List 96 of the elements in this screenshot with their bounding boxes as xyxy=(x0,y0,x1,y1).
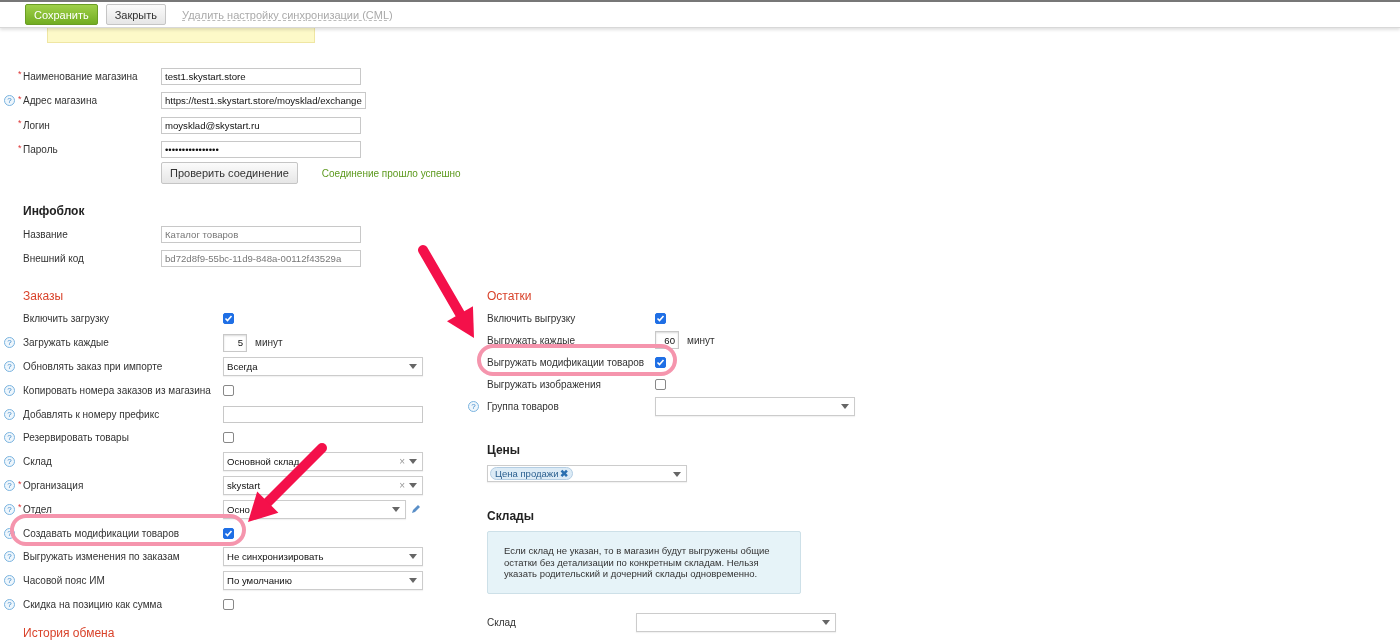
field-label: Загружать каждые xyxy=(23,337,109,349)
field-label: Резервировать товары xyxy=(23,432,129,444)
required-mark: * xyxy=(18,117,23,128)
section-title: Заказы xyxy=(23,289,65,304)
help-icon[interactable]: ? xyxy=(4,337,15,349)
required-mark: * xyxy=(18,501,23,513)
field-label: Пароль xyxy=(23,144,58,156)
info-note: Если склад не указан, то в магазин будут выгружены общие остатки без детализации по конкретным складам. Нельзя указать родительский и дочерний склады одновременно. xyxy=(487,531,801,594)
caret-icon xyxy=(673,472,681,477)
field-label: Включить выгрузку xyxy=(487,312,576,324)
required-mark: * xyxy=(18,477,23,489)
help-icon[interactable]: ? xyxy=(4,575,15,587)
section-title: Цены xyxy=(487,443,522,457)
input-field[interactable]: https://test1.skystart.store/moysklad/exchange xyxy=(161,92,366,110)
clear-icon[interactable]: × xyxy=(399,480,405,491)
field-label: Копировать номера заказов из магазина xyxy=(23,384,211,396)
input-field[interactable] xyxy=(223,405,423,423)
required-mark: * xyxy=(18,92,23,104)
field-label: Включить загрузку xyxy=(23,313,109,325)
checkbox[interactable] xyxy=(223,527,234,539)
select-field[interactable]: skystart × xyxy=(223,475,423,495)
caret-icon xyxy=(409,578,417,584)
input-field[interactable]: moysklad@skystart.ru xyxy=(161,116,361,134)
unit-label: минут xyxy=(255,337,283,349)
field-label: Выгружать модификации товаров xyxy=(487,356,645,368)
help-icon[interactable]: ? xyxy=(4,479,15,491)
field-label: Выгружать каждые xyxy=(487,334,576,346)
select-field[interactable]: По умолчанию xyxy=(223,571,423,591)
checkbox[interactable] xyxy=(655,356,666,368)
input-field[interactable]: Каталог товаров xyxy=(161,225,361,243)
checkbox[interactable] xyxy=(223,598,234,610)
help-icon[interactable]: ? xyxy=(468,400,479,412)
field-label: Логин xyxy=(23,119,50,131)
input-field[interactable]: •••••••••••••••• xyxy=(161,141,361,159)
caret-icon xyxy=(392,506,400,512)
tag[interactable]: Цена продажи ✖ xyxy=(490,467,574,480)
help-icon[interactable]: ? xyxy=(4,503,15,515)
input-field[interactable]: test1.skystart.store xyxy=(161,67,361,85)
multi-select-field[interactable]: Цена продажи ✖ xyxy=(487,465,687,482)
field-label: Организация xyxy=(23,479,84,491)
clear-icon[interactable]: × xyxy=(399,457,405,468)
delete-link[interactable]: Удалить настройку синхронизации (CML) xyxy=(174,4,401,25)
required-mark: * xyxy=(18,141,23,153)
unit-label: минут xyxy=(687,334,715,346)
field-label: Создавать модификации товаров xyxy=(23,527,180,539)
checkbox[interactable] xyxy=(655,312,666,324)
test-connection-button[interactable]: Проверить соединение xyxy=(161,162,298,184)
field-label: Адрес магазина xyxy=(23,95,97,107)
help-icon[interactable]: ? xyxy=(4,408,15,420)
section-title: Остатки xyxy=(487,289,533,304)
select-field[interactable]: Всегда xyxy=(223,357,423,376)
field-label: Склад xyxy=(487,616,516,628)
help-icon[interactable]: ? xyxy=(4,384,15,396)
field-label: Выгружать изменения по заказам xyxy=(23,551,180,563)
field-label: Отдел xyxy=(23,503,52,515)
help-icon[interactable]: ? xyxy=(4,551,15,563)
number-field[interactable]: 5 xyxy=(223,333,247,352)
help-icon[interactable]: ? xyxy=(4,456,15,468)
checkbox[interactable] xyxy=(223,384,234,396)
checkbox[interactable] xyxy=(655,378,666,390)
status-text: Соединение прошло успешно xyxy=(321,167,461,179)
input-field[interactable]: bd72d8f9-55bc-11d9-848a-00112f43529a xyxy=(161,250,361,268)
help-icon[interactable]: ? xyxy=(4,95,15,107)
select-field[interactable] xyxy=(655,396,855,416)
remove-icon[interactable]: ✖ xyxy=(560,468,569,479)
field-label: Наименование магазина xyxy=(23,70,138,82)
field-label: Группа товаров xyxy=(487,400,559,412)
field-label: Выгружать изображения xyxy=(487,378,601,390)
field-label: Добавлять к номеру префикс xyxy=(23,408,160,420)
caret-icon xyxy=(409,482,417,488)
required-mark: * xyxy=(18,68,23,79)
section-title: История обмена xyxy=(23,626,116,642)
pencil-icon[interactable] xyxy=(411,504,421,515)
help-icon[interactable]: ? xyxy=(4,598,15,610)
caret-icon xyxy=(409,364,417,369)
select-field[interactable]: Не синхронизировать xyxy=(223,547,423,567)
caret-icon xyxy=(409,459,417,465)
select-field[interactable]: Основной склад × xyxy=(223,452,423,472)
field-label: Обновлять заказ при импорте xyxy=(23,361,163,372)
field-label: Внешний код xyxy=(23,253,84,265)
field-label: Название xyxy=(23,228,68,240)
section-title: Склады xyxy=(487,509,535,523)
field-label: Скидка на позицию как сумма xyxy=(23,598,162,610)
save-button[interactable]: Сохранить xyxy=(25,4,98,25)
help-icon[interactable]: ? xyxy=(4,361,15,372)
caret-icon xyxy=(409,554,417,560)
checkbox[interactable] xyxy=(223,313,234,325)
caret-icon xyxy=(821,619,830,625)
section-title: Инфоблок xyxy=(23,204,86,216)
help-icon[interactable]: ? xyxy=(4,432,15,444)
field-label: Склад xyxy=(23,456,52,468)
close-button[interactable]: Закрыть xyxy=(105,4,167,25)
caret-icon xyxy=(841,403,849,409)
checkbox[interactable] xyxy=(223,432,234,444)
select-field[interactable] xyxy=(635,612,836,632)
field-label: Часовой пояс ИМ xyxy=(23,575,105,587)
